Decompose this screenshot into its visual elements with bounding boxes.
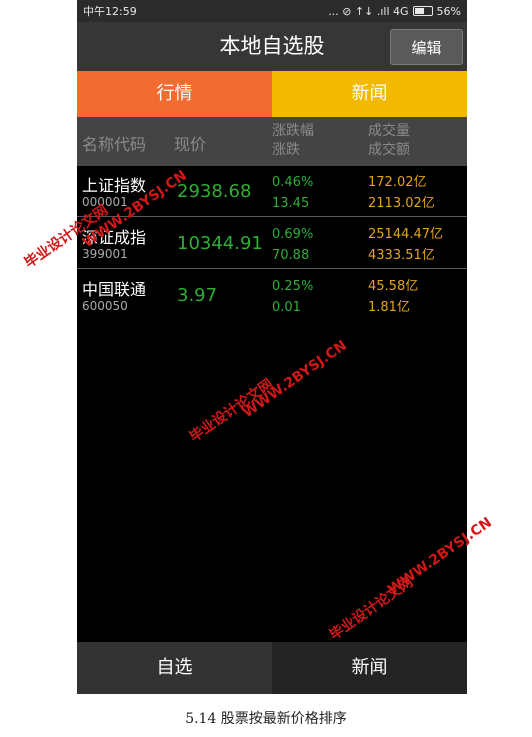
status-bar: 中午12:59 ... ⊘ ↑↓ .ıll 4G 56%	[77, 0, 467, 22]
edit-button[interactable]: 编辑	[390, 29, 463, 65]
battery-text: 56%	[436, 4, 461, 18]
tab-market[interactable]: 行情	[77, 71, 272, 117]
stock-price: 2938.68	[177, 181, 252, 202]
stock-change-pct: 0.46%	[272, 175, 314, 190]
bottom-nav: 自选 新闻	[77, 642, 467, 694]
table-header: 名称代码 现价 涨跌幅 涨跌 成交量 成交额	[77, 117, 467, 166]
nav-news[interactable]: 新闻	[272, 642, 467, 694]
status-time: 中午12:59	[83, 5, 137, 18]
battery-icon	[412, 6, 433, 16]
stock-turnover-value: 4333.51亿	[368, 248, 435, 263]
stock-change: 0.46% 13.45	[272, 172, 313, 214]
stock-change: 0.25% 0.01	[272, 276, 313, 318]
signal-icons: ... ⊘ ↑↓ .ıll 4G	[328, 4, 409, 18]
header-change-amount: 涨跌	[272, 142, 300, 158]
status-icons: ... ⊘ ↑↓ .ıll 4G 56%	[328, 5, 461, 18]
stock-volume: 45.58亿 1.81亿	[368, 276, 418, 318]
stock-price: 3.97	[177, 285, 218, 306]
stock-name: 中国联通	[82, 280, 147, 299]
header-volume[interactable]: 成交量 成交额	[368, 122, 410, 160]
stock-volume: 172.02亿 2113.02亿	[368, 172, 435, 214]
stock-change-amount: 0.01	[272, 300, 301, 315]
header-turnover-label: 成交额	[368, 142, 410, 158]
header-volume-label: 成交量	[368, 123, 410, 139]
table-row[interactable]: 中国联通 600050 3.97 0.25% 0.01 45.58亿 1.81亿	[77, 270, 467, 321]
stock-volume: 25144.47亿 4333.51亿	[368, 224, 443, 266]
stock-change-pct: 0.25%	[272, 279, 314, 294]
stock-change-amount: 13.45	[272, 196, 310, 211]
header-change-pct: 涨跌幅	[272, 123, 314, 139]
tab-news[interactable]: 新闻	[272, 71, 467, 117]
stock-turnover-value: 1.81亿	[368, 300, 410, 315]
stock-name: 上证指数	[82, 176, 147, 195]
nav-watchlist[interactable]: 自选	[77, 642, 272, 694]
battery-fill	[414, 8, 424, 14]
stock-volume-value: 172.02亿	[368, 175, 427, 190]
stock-turnover-value: 2113.02亿	[368, 196, 435, 211]
stock-volume-value: 25144.47亿	[368, 227, 444, 242]
stock-change-pct: 0.69%	[272, 227, 314, 242]
table-row[interactable]: 深证成指 399001 10344.91 0.69% 70.88 25144.4…	[77, 218, 467, 269]
top-tabs: 行情 新闻	[77, 71, 467, 117]
stock-change: 0.69% 70.88	[272, 224, 313, 266]
stock-price: 10344.91	[177, 233, 263, 254]
header-price[interactable]: 现价	[174, 131, 206, 155]
title-bar: 本地自选股 编辑	[77, 22, 467, 71]
figure-caption: 5.14 股票按最新价格排序	[185, 711, 347, 727]
stock-code: 600050	[82, 299, 128, 313]
header-change[interactable]: 涨跌幅 涨跌	[272, 122, 314, 160]
stock-change-amount: 70.88	[272, 248, 310, 263]
header-name-code[interactable]: 名称代码	[82, 131, 146, 155]
stock-volume-value: 45.58亿	[368, 279, 419, 294]
